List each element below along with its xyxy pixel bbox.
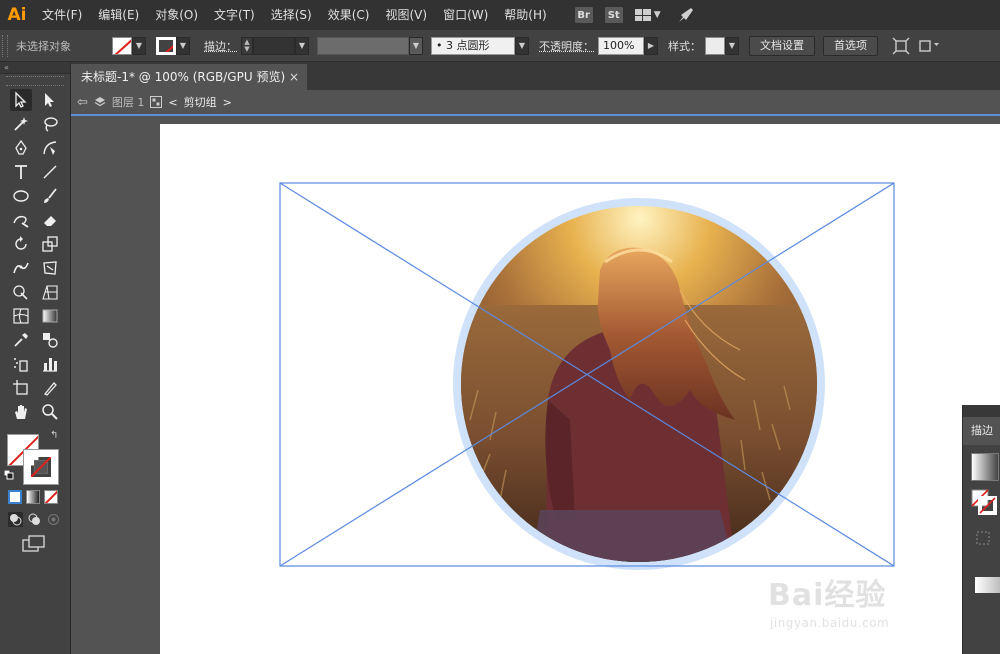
artwork-layer [279,182,895,570]
align-stroke-icon[interactable] [973,528,993,548]
baidu-watermark: Bai经验 jingyan.baidu.com [768,570,889,630]
gradient-slider[interactable] [975,577,1000,593]
gradient-preview[interactable] [971,453,999,481]
watermark-brand: Bai经验 [768,578,887,613]
fill-stroke-mini-icon[interactable] [971,489,997,515]
stroke-panel: 描边 [962,405,1000,654]
watermark-url: jingyan.baidu.com [770,616,890,630]
stroke-panel-header[interactable] [963,405,1000,417]
stroke-panel-tab[interactable]: 描边 [963,417,1000,445]
